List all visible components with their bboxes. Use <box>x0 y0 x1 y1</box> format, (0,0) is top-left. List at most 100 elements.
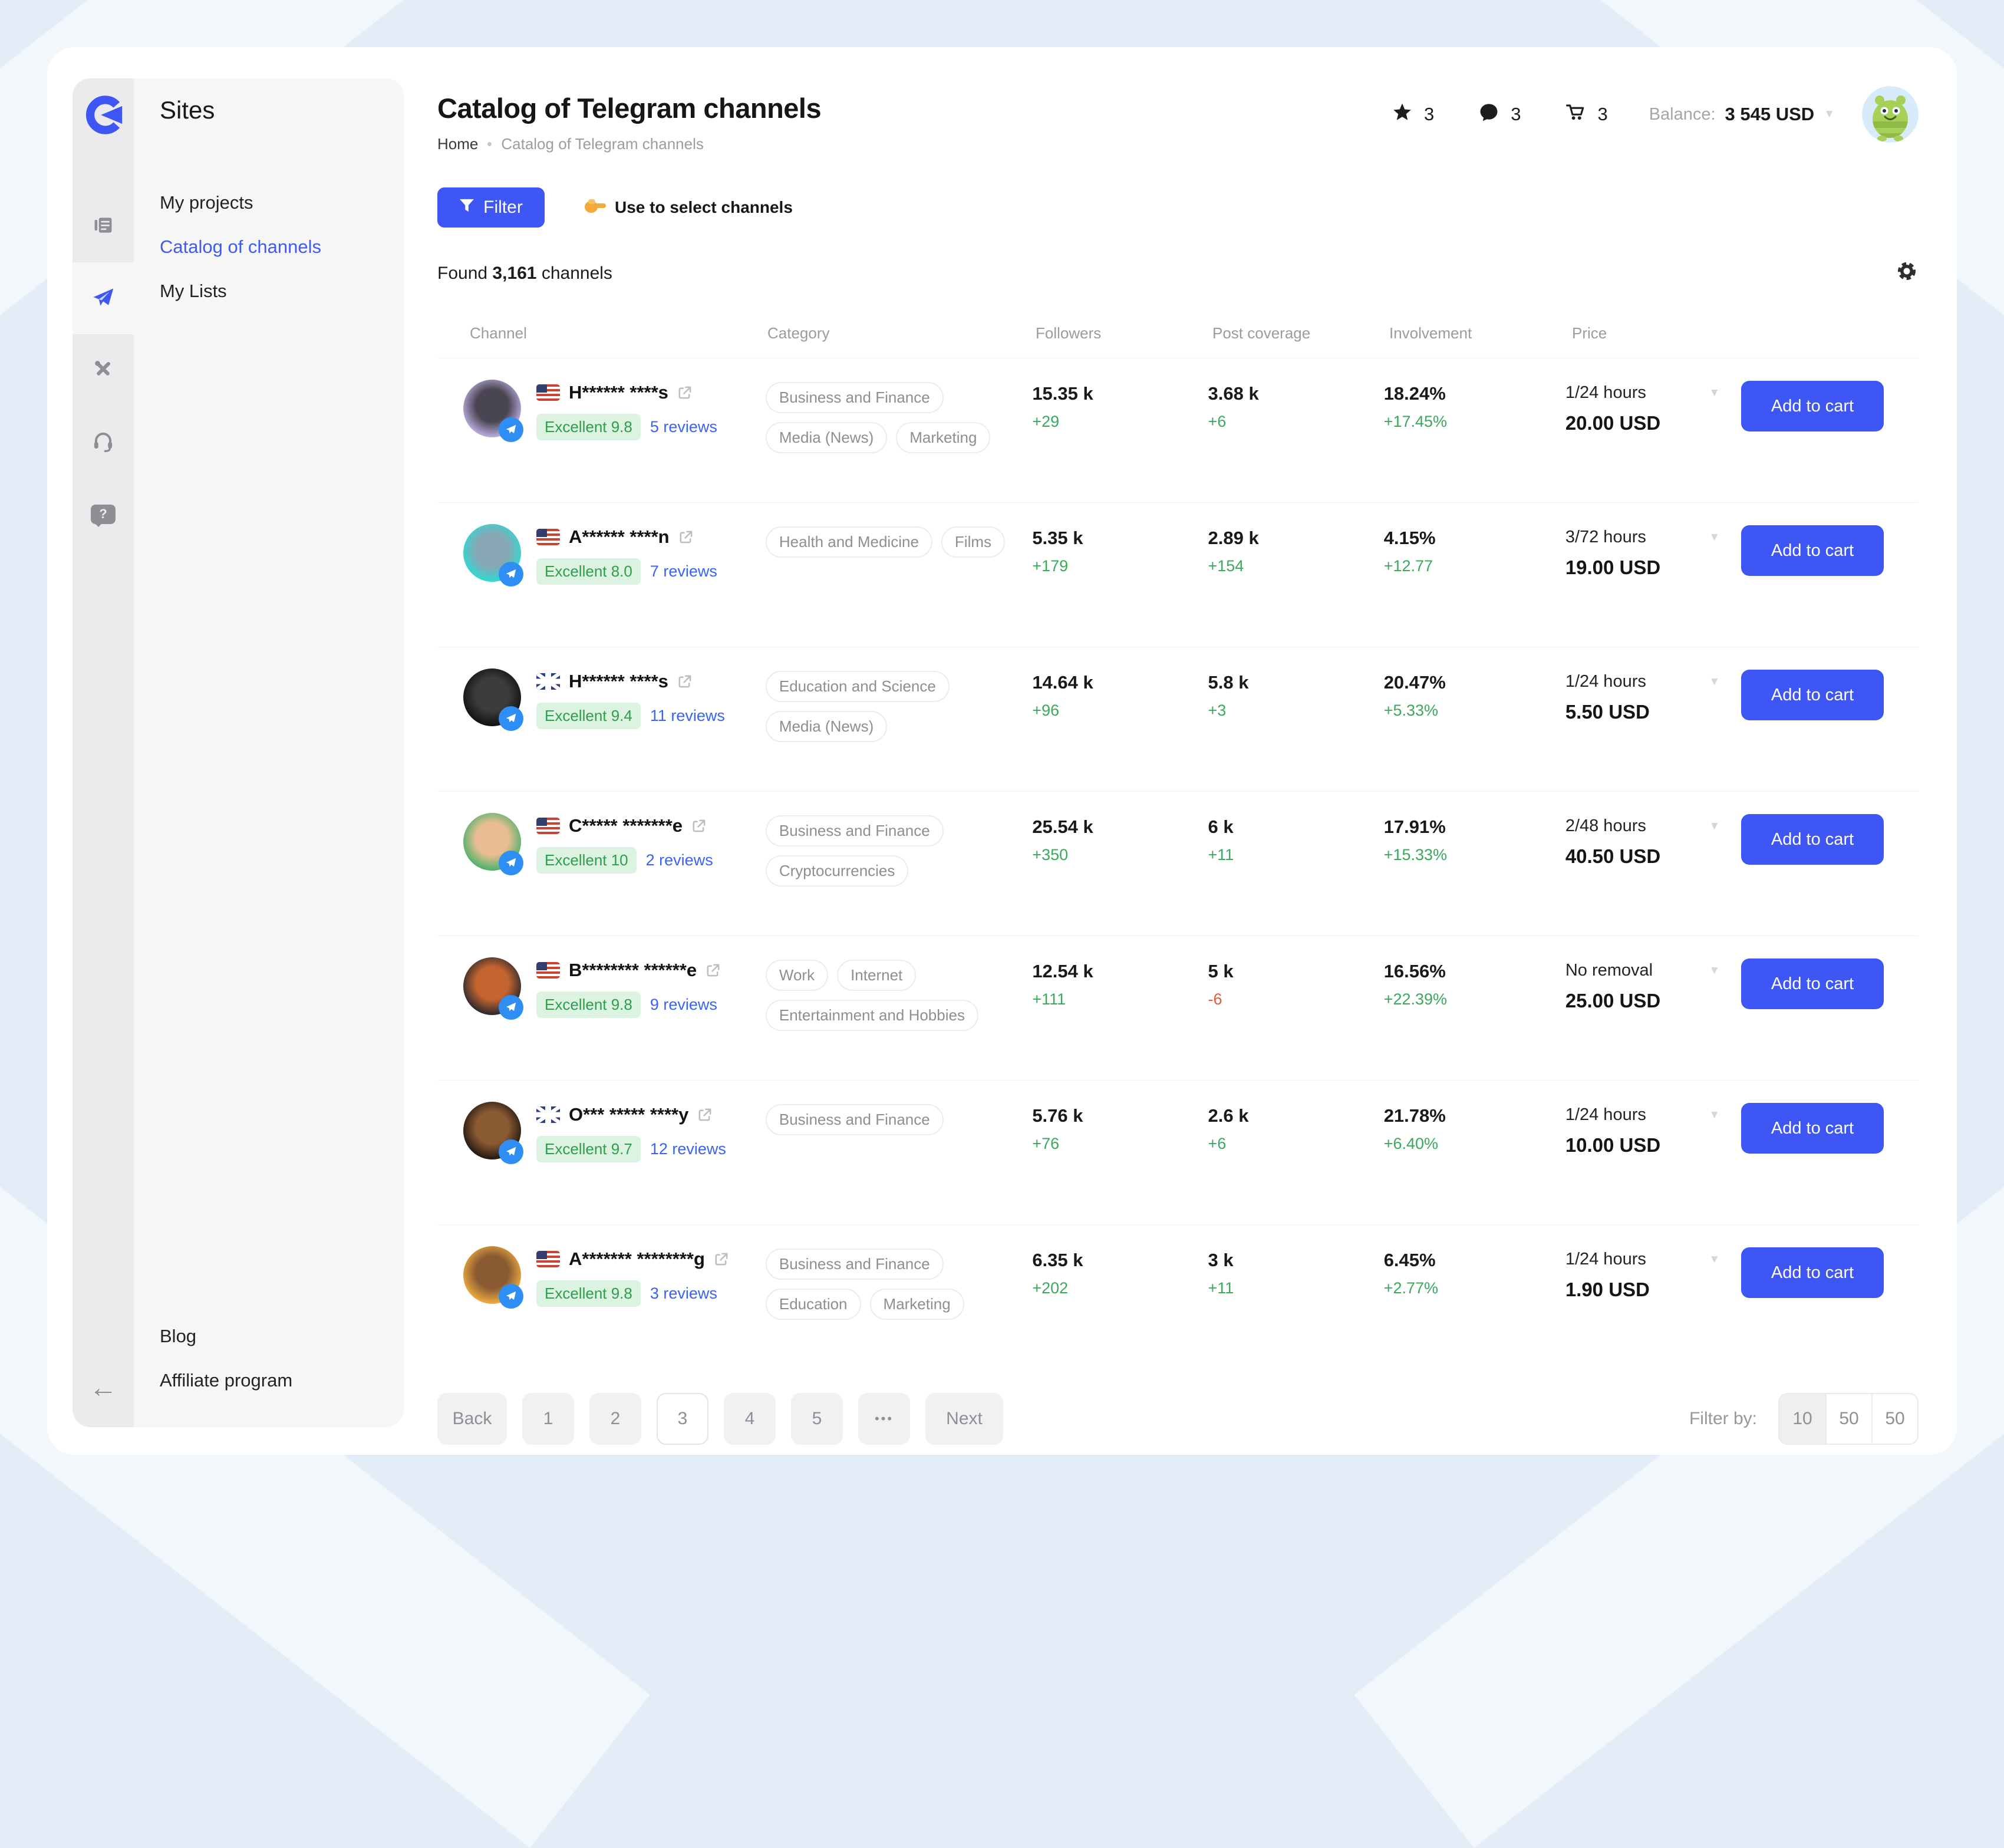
reviews-link[interactable]: 2 reviews <box>646 851 713 869</box>
page-size-option-50[interactable]: 50 <box>1825 1394 1871 1444</box>
involvement-cell: 21.78% +6.40% <box>1384 1102 1565 1153</box>
add-to-cart-button[interactable]: Add to cart <box>1741 1103 1884 1154</box>
reviews-link[interactable]: 3 reviews <box>650 1284 717 1303</box>
chevron-down-icon[interactable]: ▼ <box>1709 820 1720 833</box>
category-cell: Business and FinanceMedia (News)Marketin… <box>766 380 1032 453</box>
cart-count: 3 <box>1597 104 1607 125</box>
external-link-icon[interactable] <box>678 530 693 545</box>
external-link-icon[interactable] <box>706 963 720 978</box>
reviews-link[interactable]: 5 reviews <box>650 418 717 436</box>
pagination-ellipsis-button[interactable]: ••• <box>858 1393 910 1445</box>
rail-item-projects[interactable] <box>72 190 134 262</box>
add-to-cart-button[interactable]: Add to cart <box>1741 958 1884 1009</box>
add-to-cart-button[interactable]: Add to cart <box>1741 381 1884 431</box>
pagination-page-2[interactable]: 2 <box>589 1393 641 1445</box>
column-header-category[interactable]: Category <box>767 324 1036 342</box>
price-term-select[interactable]: No removal <box>1565 961 1653 980</box>
price-term-select[interactable]: 1/24 hours <box>1565 383 1646 403</box>
filter-button[interactable]: Filter <box>437 187 545 228</box>
collapse-back-arrow-icon[interactable]: ← <box>89 1374 117 1402</box>
channel-avatar[interactable] <box>463 1246 521 1304</box>
filter-hint-label: Use to select channels <box>615 198 793 217</box>
chevron-down-icon[interactable]: ▼ <box>1709 387 1720 400</box>
pagination-page-3-active[interactable]: 3 <box>657 1393 708 1445</box>
app-logo-icon[interactable] <box>82 94 124 136</box>
sidebar-item-blog[interactable]: Blog <box>160 1324 404 1349</box>
reviews-link[interactable]: 9 reviews <box>650 996 717 1014</box>
rail-item-support[interactable] <box>72 406 134 478</box>
reviews-link[interactable]: 12 reviews <box>650 1140 726 1158</box>
balance-widget[interactable]: Balance: 3 545 USD ▼ <box>1649 104 1835 125</box>
actions-cell: Add to cart <box>1741 957 1919 1009</box>
pagination-page-4[interactable]: 4 <box>724 1393 776 1445</box>
price-term-select[interactable]: 1/24 hours <box>1565 1250 1646 1269</box>
involvement-cell: 20.47% +5.33% <box>1384 668 1565 720</box>
channel-avatar[interactable] <box>463 524 521 582</box>
category-cell: Education and ScienceMedia (News) <box>766 668 1032 742</box>
price-term-select[interactable]: 1/24 hours <box>1565 672 1646 691</box>
followers-cell: 5.76 k +76 <box>1032 1102 1208 1153</box>
channel-info: H****** ****s Excellent 9.4 11 reviews <box>536 668 725 729</box>
price-term-select[interactable]: 1/24 hours <box>1565 1105 1646 1125</box>
price-value: 1.90 USD <box>1565 1279 1741 1301</box>
involvement-value: 18.24% <box>1384 383 1565 404</box>
chevron-down-icon[interactable]: ▼ <box>1709 964 1720 977</box>
coverage-delta: +11 <box>1208 1279 1384 1297</box>
pagination-page-5[interactable]: 5 <box>791 1393 843 1445</box>
channel-avatar[interactable] <box>463 957 521 1015</box>
add-to-cart-button[interactable]: Add to cart <box>1741 814 1884 865</box>
found-channels-text: Found 3,161 channels <box>437 263 612 284</box>
followers-value: 5.76 k <box>1032 1105 1208 1126</box>
pagination-back-button[interactable]: Back <box>437 1393 507 1445</box>
column-header-followers[interactable]: Followers <box>1036 324 1212 342</box>
reviews-link[interactable]: 11 reviews <box>650 707 725 725</box>
channel-name: C***** *******e <box>569 815 683 836</box>
price-term-select[interactable]: 3/72 hours <box>1565 528 1646 547</box>
channel-avatar[interactable] <box>463 668 521 726</box>
category-chip: Business and Finance <box>766 815 944 846</box>
reviews-link[interactable]: 7 reviews <box>650 562 717 581</box>
user-avatar[interactable] <box>1862 86 1919 143</box>
column-header-price[interactable]: Price <box>1572 324 1749 342</box>
column-header-channel[interactable]: Channel <box>437 324 767 342</box>
external-link-icon[interactable] <box>714 1252 729 1267</box>
channel-avatar[interactable] <box>463 813 521 871</box>
price-cell: 1/24 hours ▼ 10.00 USD <box>1565 1102 1741 1157</box>
actions-cell: Add to cart <box>1741 813 1919 865</box>
topbar: 3 3 3 Balance: 3 545 USD <box>1347 86 1919 143</box>
table-settings-gear-icon[interactable] <box>1895 259 1919 288</box>
price-term-select[interactable]: 2/48 hours <box>1565 816 1646 836</box>
followers-value: 15.35 k <box>1032 383 1208 404</box>
column-header-involvement[interactable]: Involvement <box>1389 324 1572 342</box>
chevron-down-icon[interactable]: ▼ <box>1709 676 1720 689</box>
sidebar-item-affiliate-program[interactable]: Affiliate program <box>160 1368 404 1393</box>
favorites-counter[interactable]: 3 <box>1392 102 1434 127</box>
followers-value: 14.64 k <box>1032 672 1208 693</box>
external-link-icon[interactable] <box>677 386 692 400</box>
channel-avatar[interactable] <box>463 1102 521 1159</box>
page-size-option-50b[interactable]: 50 <box>1871 1394 1917 1444</box>
external-link-icon[interactable] <box>677 674 692 689</box>
add-to-cart-button[interactable]: Add to cart <box>1741 1247 1884 1298</box>
messages-counter[interactable]: 3 <box>1479 102 1521 127</box>
chevron-down-icon[interactable]: ▼ <box>1709 531 1720 544</box>
sidebar-item-my-lists[interactable]: My Lists <box>160 279 404 304</box>
page-size-option-10-active[interactable]: 10 <box>1779 1394 1825 1444</box>
column-header-post-coverage[interactable]: Post coverage <box>1212 324 1389 342</box>
pagination-page-1[interactable]: 1 <box>522 1393 574 1445</box>
channel-avatar[interactable] <box>463 380 521 437</box>
external-link-icon[interactable] <box>691 819 706 834</box>
rail-item-telegram[interactable] <box>72 262 134 334</box>
sidebar-item-catalog-of-channels[interactable]: Catalog of channels <box>160 235 404 259</box>
chevron-down-icon[interactable]: ▼ <box>1709 1109 1720 1122</box>
rail-item-tools[interactable] <box>72 334 134 406</box>
rail-item-faq[interactable]: ? <box>72 478 134 550</box>
cart-counter[interactable]: 3 <box>1565 102 1607 127</box>
breadcrumb-home-link[interactable]: Home <box>437 135 478 153</box>
pagination-next-button[interactable]: Next <box>925 1393 1003 1445</box>
external-link-icon[interactable] <box>697 1108 712 1122</box>
add-to-cart-button[interactable]: Add to cart <box>1741 525 1884 576</box>
chevron-down-icon[interactable]: ▼ <box>1709 1253 1720 1266</box>
sidebar-item-my-projects[interactable]: My projects <box>160 190 404 215</box>
add-to-cart-button[interactable]: Add to cart <box>1741 670 1884 720</box>
